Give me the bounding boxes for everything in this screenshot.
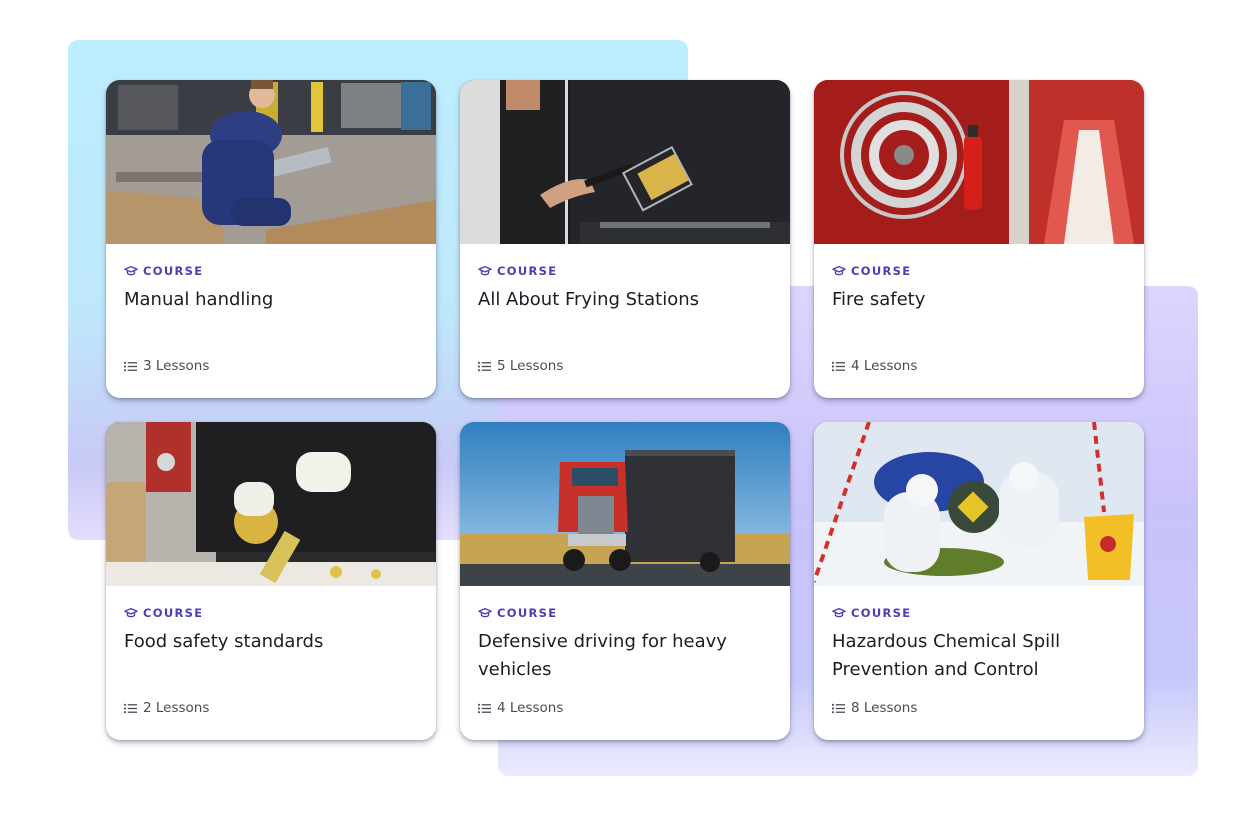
course-card-fire-safety[interactable]: COURSE Fire safety 4 Lessons — [814, 80, 1144, 398]
course-thumbnail — [106, 422, 436, 586]
list-icon — [478, 361, 491, 371]
course-type-label: COURSE — [143, 264, 204, 278]
course-type-tag: COURSE — [832, 606, 911, 620]
lesson-count-label: 5 Lessons — [497, 358, 564, 374]
course-card-food-safety[interactable]: COURSE Food safety standards 2 Lessons — [106, 422, 436, 740]
list-icon — [832, 703, 845, 713]
course-thumbnail — [106, 80, 436, 244]
course-title[interactable]: Defensive driving for heavy vehicles — [478, 628, 774, 684]
course-title[interactable]: Hazardous Chemical Spill Prevention and … — [832, 628, 1128, 684]
lesson-count-label: 8 Lessons — [851, 700, 918, 716]
course-title[interactable]: Fire safety — [832, 286, 1128, 314]
graduation-cap-icon — [832, 265, 846, 276]
graduation-cap-icon — [478, 265, 492, 276]
lesson-count: 8 Lessons — [832, 700, 917, 716]
course-type-label: COURSE — [851, 606, 912, 620]
course-title[interactable]: Manual handling — [124, 286, 420, 314]
lesson-count: 2 Lessons — [124, 700, 209, 716]
graduation-cap-icon — [124, 607, 138, 618]
lesson-count-label: 3 Lessons — [143, 358, 210, 374]
course-type-tag: COURSE — [124, 606, 203, 620]
course-type-tag: COURSE — [478, 264, 557, 278]
course-type-tag: COURSE — [124, 264, 203, 278]
list-icon — [124, 703, 137, 713]
course-type-label: COURSE — [497, 606, 558, 620]
graduation-cap-icon — [478, 607, 492, 618]
lesson-count-label: 4 Lessons — [851, 358, 918, 374]
graduation-cap-icon — [124, 265, 138, 276]
lesson-count-label: 4 Lessons — [497, 700, 564, 716]
course-card-frying-stations[interactable]: COURSE All About Frying Stations 5 Lesso… — [460, 80, 790, 398]
list-icon — [832, 361, 845, 371]
lesson-count: 4 Lessons — [478, 700, 563, 716]
course-title[interactable]: All About Frying Stations — [478, 286, 774, 314]
course-thumbnail — [460, 422, 790, 586]
course-thumbnail — [460, 80, 790, 244]
course-type-label: COURSE — [143, 606, 204, 620]
lesson-count: 5 Lessons — [478, 358, 563, 374]
lesson-count: 3 Lessons — [124, 358, 209, 374]
course-type-label: COURSE — [497, 264, 558, 278]
course-type-label: COURSE — [851, 264, 912, 278]
graduation-cap-icon — [832, 607, 846, 618]
course-card-manual-handling[interactable]: COURSE Manual handling 3 Lessons — [106, 80, 436, 398]
list-icon — [478, 703, 491, 713]
lesson-count-label: 2 Lessons — [143, 700, 210, 716]
course-type-tag: COURSE — [832, 264, 911, 278]
course-title[interactable]: Food safety standards — [124, 628, 420, 656]
lesson-count: 4 Lessons — [832, 358, 917, 374]
course-thumbnail — [814, 422, 1144, 586]
course-card-hazardous-chemical-spill[interactable]: COURSE Hazardous Chemical Spill Preventi… — [814, 422, 1144, 740]
course-type-tag: COURSE — [478, 606, 557, 620]
course-thumbnail — [814, 80, 1144, 244]
list-icon — [124, 361, 137, 371]
course-card-defensive-driving[interactable]: COURSE Defensive driving for heavy vehic… — [460, 422, 790, 740]
